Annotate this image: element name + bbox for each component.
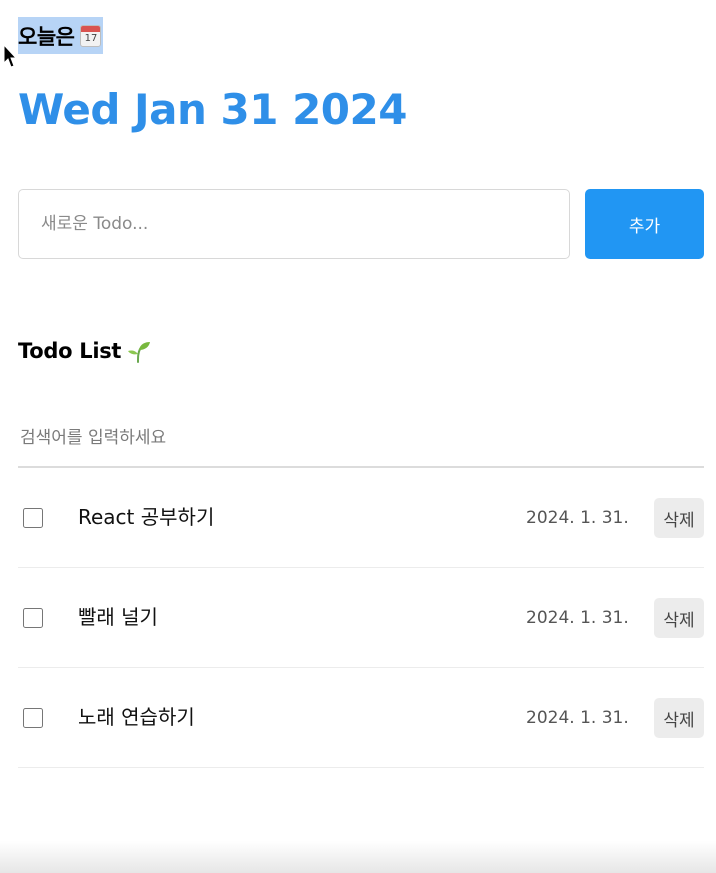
add-todo-button[interactable]: 추가 xyxy=(585,189,704,259)
header-greeting: 오늘은 17 xyxy=(18,17,104,54)
todo-item: 노래 연습하기 2024. 1. 31. 삭제 xyxy=(18,668,704,768)
todo-item: 빨래 널기 2024. 1. 31. 삭제 xyxy=(18,568,704,668)
todo-checkbox[interactable] xyxy=(23,708,43,728)
todo-date: 2024. 1. 31. xyxy=(526,608,629,628)
todo-date: 2024. 1. 31. xyxy=(526,708,629,728)
todo-checkbox[interactable] xyxy=(23,608,43,628)
todo-content: 노래 연습하기 xyxy=(78,705,195,729)
calendar-icon: 17 xyxy=(80,24,102,47)
date-title: Wed Jan 31 2024 xyxy=(18,85,407,134)
bottom-shade xyxy=(0,841,716,873)
new-todo-input[interactable] xyxy=(18,189,570,259)
todo-content: React 공부하기 xyxy=(78,505,215,529)
todo-list-title-text: Todo List xyxy=(18,339,122,363)
todo-editor: 추가 xyxy=(18,189,704,259)
greeting-text: 오늘은 xyxy=(18,24,75,49)
todo-content: 빨래 널기 xyxy=(78,605,158,629)
mouse-cursor-icon xyxy=(3,44,17,68)
delete-todo-button[interactable]: 삭제 xyxy=(654,598,704,638)
todo-list: React 공부하기 2024. 1. 31. 삭제 빨래 널기 2024. 1. 31… xyxy=(18,468,704,768)
todo-list-title: Todo List xyxy=(18,336,152,366)
delete-todo-button[interactable]: 삭제 xyxy=(654,698,704,738)
sprout-icon xyxy=(128,342,151,363)
delete-todo-button[interactable]: 삭제 xyxy=(654,498,704,538)
todo-date: 2024. 1. 31. xyxy=(526,508,629,528)
search-input[interactable] xyxy=(18,410,704,468)
calendar-icon-day: 17 xyxy=(84,32,98,44)
todo-item: React 공부하기 2024. 1. 31. 삭제 xyxy=(18,468,704,568)
todo-checkbox[interactable] xyxy=(23,508,43,528)
